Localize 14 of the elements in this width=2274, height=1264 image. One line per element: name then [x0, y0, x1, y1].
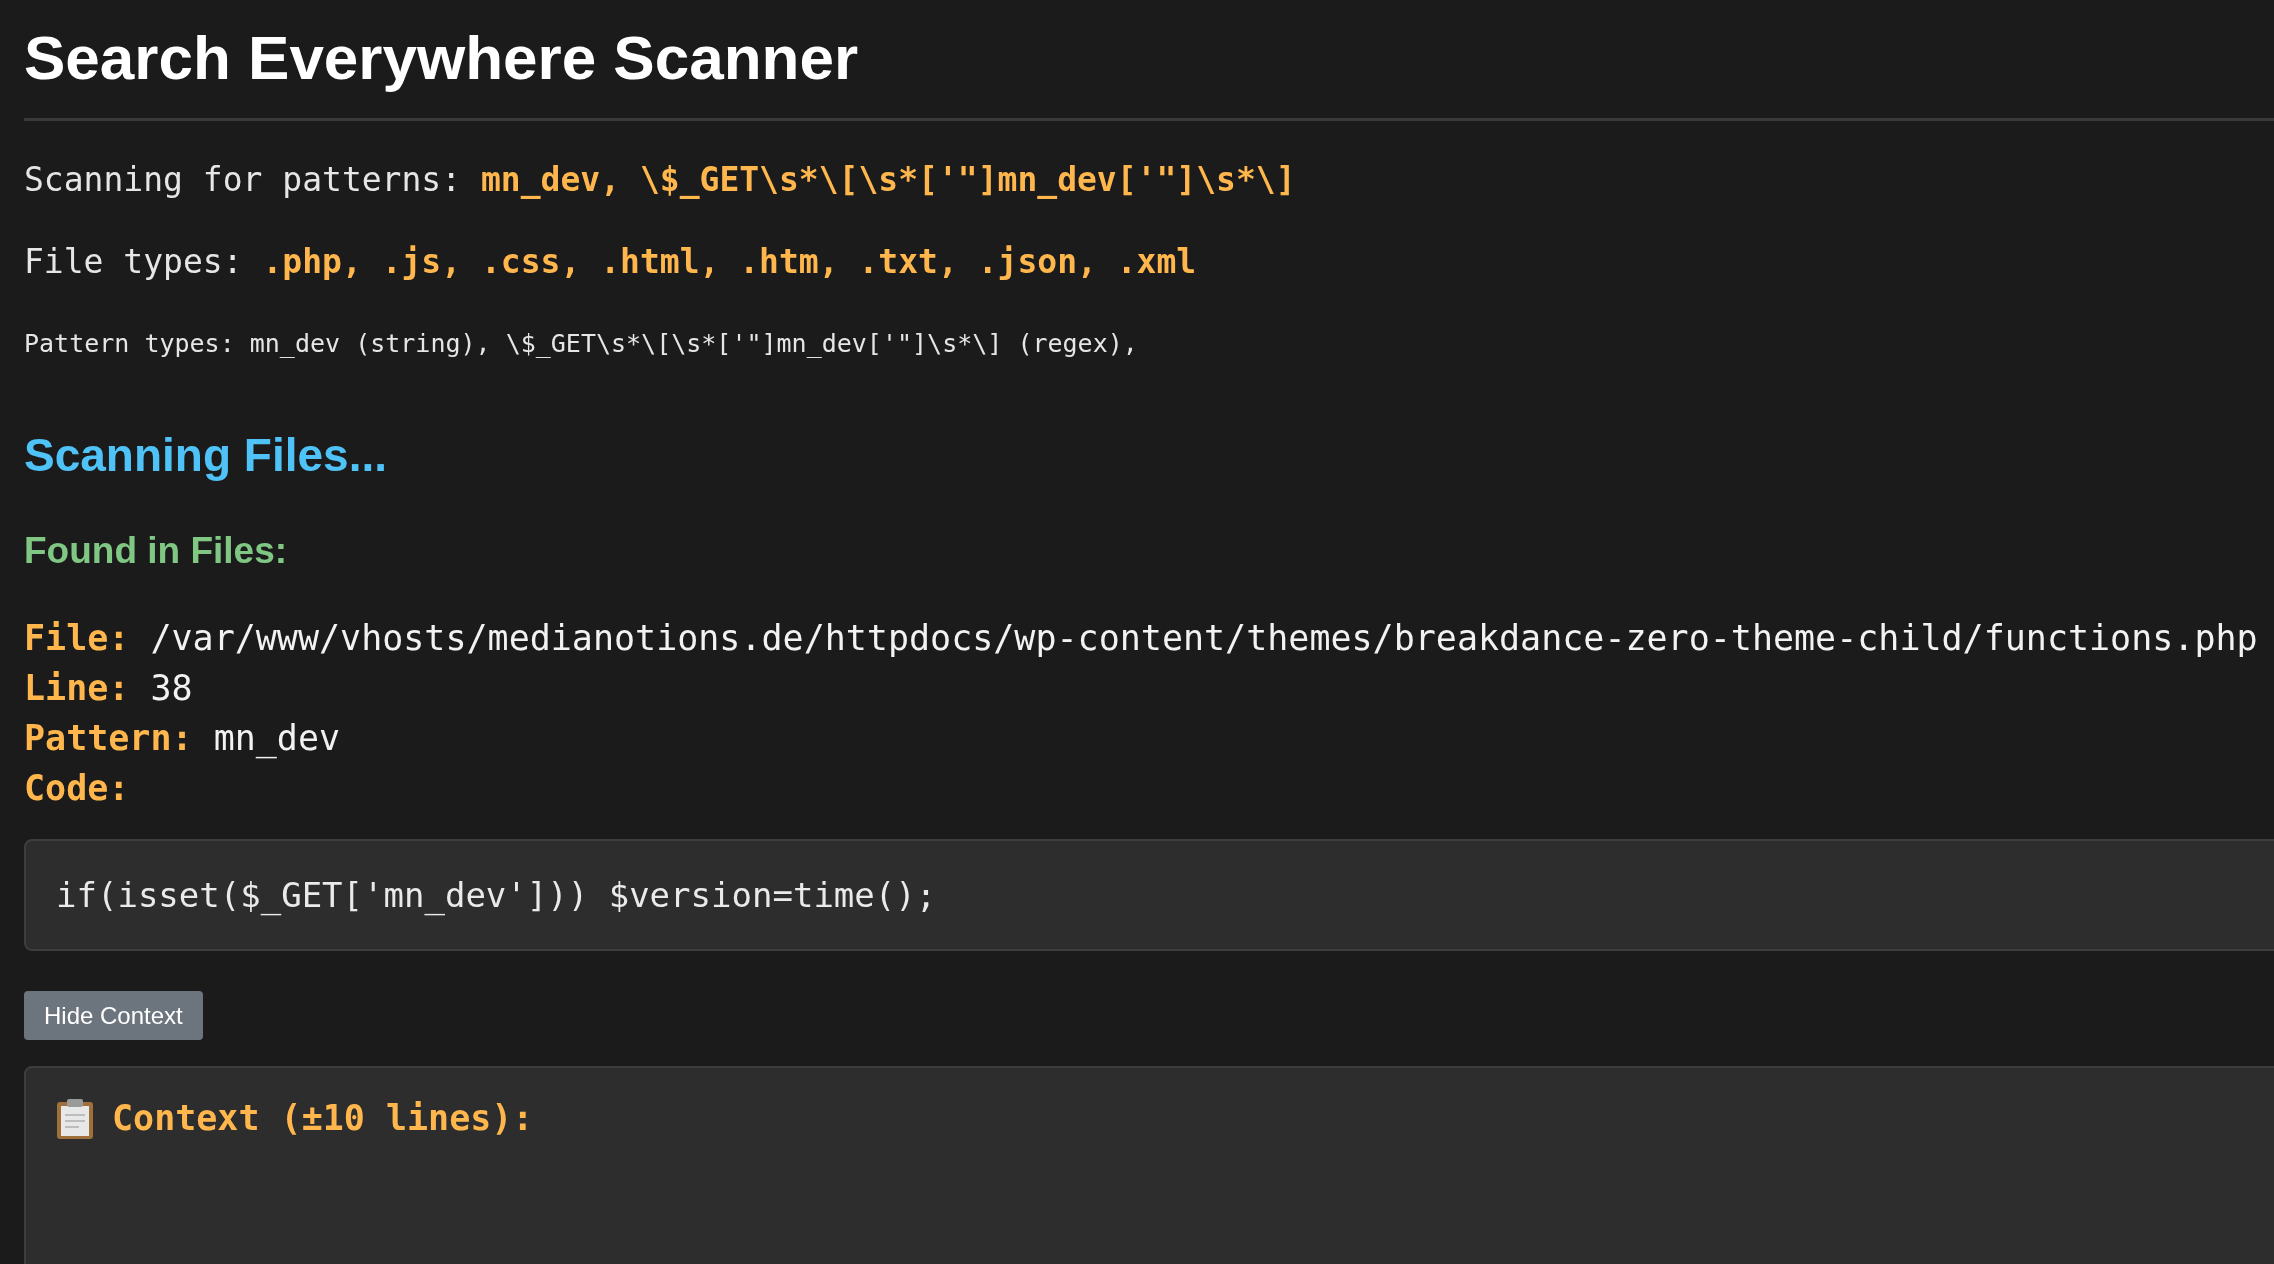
pattern-types-line: Pattern types: mn_dev (string), \$_GET\s*\[\s*['"]mn_dev['"]\s*\] (regex),	[24, 328, 1139, 360]
result-field: Code:	[24, 763, 2274, 813]
scan-info-line: Scanning for patterns: mn_dev, \$_GET\s*\[\s*['"]mn_dev['"]\s*\]	[24, 159, 1297, 201]
result-field: File: /var/www/vhosts/medianotions.de/httpdocs/wp-content/themes/breakdance-zero-theme-child/functions.php	[24, 613, 2274, 663]
result-field: Line: 38	[24, 663, 2274, 713]
scan-info-line: File types: .php, .js, .css, .html, .htm, .txt, .json, .xml	[24, 241, 1198, 283]
context-title: Context (±10 lines):	[112, 1097, 534, 1140]
clipboard-icon	[56, 1098, 94, 1140]
result-field: Pattern: mn_dev	[24, 713, 2274, 763]
toggle-context-button[interactable]: Hide Context	[24, 991, 203, 1040]
page-title: Search Everywhere Scanner	[24, 22, 860, 94]
results-heading: Found in Files:	[24, 529, 289, 573]
code-line: if(isset($_GET['mn_dev'])) $version=time();	[56, 875, 937, 915]
section-heading: Scanning Files...	[24, 428, 388, 483]
